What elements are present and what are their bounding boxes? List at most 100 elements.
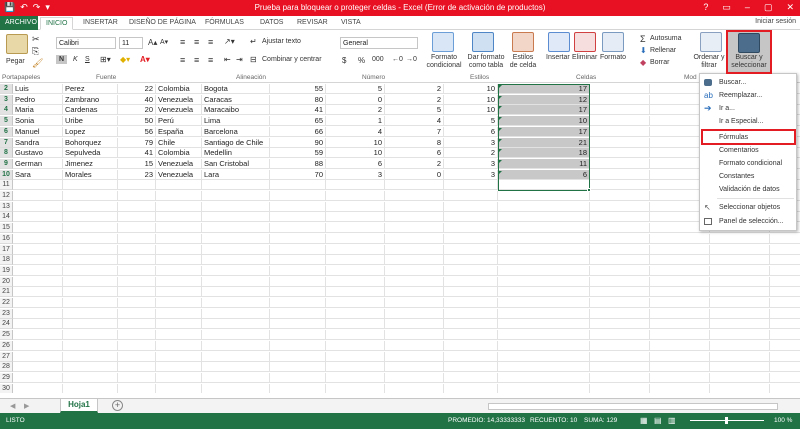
sheet-nav-next-icon[interactable]: ▶ [24,402,29,410]
empty-cell[interactable] [202,383,270,393]
format-table-button[interactable]: Dar formato como tabla [466,54,506,70]
empty-cell[interactable] [202,191,270,201]
format-button[interactable]: Formato [600,54,626,61]
empty-cell[interactable] [202,340,270,351]
orientation-icon[interactable]: ↗▾ [224,37,235,46]
decrease-indent-icon[interactable]: ⇤ [224,55,231,64]
empty-cell[interactable] [590,180,650,191]
cell-g[interactable]: 0 [326,94,385,105]
empty-cell[interactable] [13,233,63,244]
align-middle-icon[interactable]: ≡ [194,37,199,47]
wrap-text-icon[interactable]: ↵ [250,37,257,46]
empty-cell[interactable] [202,372,270,383]
sign-in-link[interactable]: Iniciar sesión [755,18,796,25]
empty-cell[interactable] [156,340,202,351]
empty-cell[interactable] [270,362,326,373]
empty-cell[interactable] [202,223,270,234]
cell-a[interactable]: Maria [13,105,63,116]
row-header[interactable]: 26 [0,340,13,351]
empty-cell[interactable] [156,308,202,319]
empty-cell[interactable] [650,319,710,330]
empty-cell[interactable] [156,191,202,201]
menu-item-ir-a-especial[interactable]: Ir a Especial... [700,115,798,128]
empty-cell[interactable] [63,180,118,191]
font-size-select[interactable]: 11 [119,37,143,49]
empty-cell[interactable] [590,233,650,244]
cell-b[interactable]: Perez [63,84,118,94]
borders-icon[interactable]: ⊞▾ [100,55,111,64]
empty-cell[interactable] [590,191,650,201]
row-header[interactable]: 9 [0,158,13,169]
empty-cell[interactable] [326,330,385,341]
empty-cell[interactable] [590,116,650,127]
empty-cell[interactable] [270,372,326,383]
menu-item-buscar[interactable]: Buscar... [700,76,798,89]
empty-cell[interactable] [590,158,650,169]
empty-cell[interactable] [118,298,156,308]
empty-cell[interactable] [326,298,385,308]
cell-c[interactable]: 15 [118,158,156,169]
empty-cell[interactable] [326,340,385,351]
empty-cell[interactable] [118,255,156,266]
cell-b[interactable]: Sepulveda [63,148,118,159]
empty-cell[interactable] [385,180,444,191]
row-header[interactable]: 6 [0,126,13,137]
empty-cell[interactable] [156,223,202,234]
empty-cell[interactable] [270,351,326,362]
empty-cell[interactable] [202,287,270,298]
empty-cell[interactable] [590,223,650,234]
empty-cell[interactable] [590,255,650,266]
cell-g[interactable]: 2 [326,105,385,116]
empty-cell[interactable] [270,191,326,201]
empty-cell[interactable] [590,298,650,308]
cell-f[interactable]: 55 [270,84,326,94]
cell-e[interactable]: Lara [202,169,270,180]
row-header[interactable]: 2 [0,84,13,94]
autosum-button[interactable]: Autosuma [650,35,682,42]
paste-icon[interactable] [6,34,28,54]
empty-cell[interactable] [270,308,326,319]
empty-cell[interactable] [650,265,710,276]
empty-cell[interactable] [118,308,156,319]
empty-cell[interactable] [63,308,118,319]
empty-cell[interactable] [202,362,270,373]
empty-cell[interactable] [63,255,118,266]
row-header[interactable]: 16 [0,233,13,244]
empty-cell[interactable] [710,330,770,341]
empty-cell[interactable] [118,276,156,287]
empty-cell[interactable] [710,319,770,330]
row-header[interactable]: 17 [0,244,13,255]
empty-cell[interactable] [444,233,498,244]
empty-cell[interactable] [770,277,800,287]
empty-cell[interactable] [326,201,385,212]
empty-cell[interactable] [13,298,63,308]
empty-cell[interactable] [385,372,444,383]
empty-cell[interactable] [63,319,118,330]
empty-cell[interactable] [118,330,156,341]
cell-d[interactable]: Perú [156,116,202,127]
increase-decimal-icon[interactable]: ←0 [392,56,403,63]
align-right-icon[interactable]: ≡ [208,55,213,65]
row-header[interactable]: 15 [0,223,13,234]
row-header[interactable]: 12 [0,191,13,201]
cell-f[interactable]: 88 [270,158,326,169]
cell-e[interactable]: Maracaibo [202,105,270,116]
empty-cell[interactable] [650,276,710,287]
cell-f[interactable]: 90 [270,137,326,148]
empty-cell[interactable] [385,212,444,223]
empty-cell[interactable] [63,372,118,383]
empty-cell[interactable] [710,340,770,351]
insert-button[interactable]: Insertar [546,54,570,61]
empty-cell[interactable] [590,244,650,255]
cell-f[interactable]: 66 [270,126,326,137]
cell-h[interactable]: 5 [385,105,444,116]
empty-cell[interactable] [385,340,444,351]
empty-cell[interactable] [326,351,385,362]
empty-cell[interactable] [13,287,63,298]
sheet-nav-prev-icon[interactable]: ◀ [10,402,15,410]
conditional-format-button[interactable]: Formato condicional [424,54,464,70]
empty-cell[interactable] [118,180,156,191]
cell-h[interactable]: 7 [385,126,444,137]
row-header[interactable]: 5 [0,116,13,127]
empty-cell[interactable] [498,201,590,212]
